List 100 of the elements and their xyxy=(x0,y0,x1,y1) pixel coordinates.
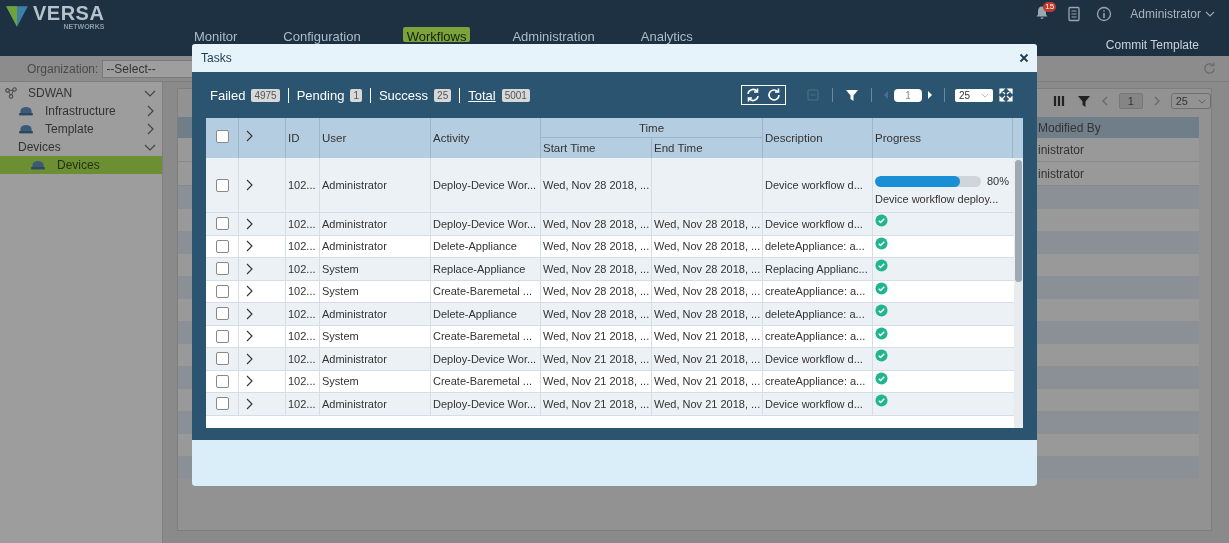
table-cell: 102... xyxy=(288,397,316,410)
sidebar-label: Devices xyxy=(18,140,62,154)
table-cell: Wed, Nov 28 2018, ... xyxy=(654,262,761,275)
table-cell: Wed, Nov 21 2018, ... xyxy=(543,397,650,410)
table-cell: createAppliance: a... xyxy=(765,375,866,388)
table-cell: Wed, Nov 21 2018, ... xyxy=(654,397,761,410)
table-cell: 102... xyxy=(288,240,316,253)
table-cell: Wed, Nov 28 2018, ... xyxy=(543,285,650,298)
table-cell: System xyxy=(322,262,359,275)
column-group-header: Time xyxy=(638,121,665,134)
page-size-select[interactable]: 25 xyxy=(1170,93,1211,109)
sidebar-label: Template xyxy=(45,122,95,136)
table-cell: 102... xyxy=(288,179,316,191)
table-cell: Deploy-Device Wor... xyxy=(433,179,537,191)
sidebar-item[interactable]: Devices xyxy=(0,138,162,156)
table-cell: Wed, Nov 21 2018, ... xyxy=(654,375,761,388)
table-cell: Create-Baremetal ... xyxy=(433,285,533,298)
table-cell: Replace-Appliance xyxy=(433,262,526,275)
logo-name: VERSA xyxy=(33,3,105,23)
table-cell: Administrator xyxy=(322,217,387,230)
summary-label: Pending xyxy=(296,87,345,103)
table-cell: Deploy-Device Wor... xyxy=(433,217,537,230)
nav-tab[interactable]: Analytics xyxy=(636,27,697,42)
column-header: Start Time xyxy=(543,142,596,154)
table-cell: Wed, Nov 28 2018, ... xyxy=(654,285,761,298)
table-cell: Wed, Nov 21 2018, ... xyxy=(543,352,650,365)
progress-percent: 80% xyxy=(987,175,1010,187)
sidebar-item[interactable]: Devices xyxy=(0,156,162,174)
sidebar-label: SDWAN xyxy=(28,86,74,100)
count-badge: 5001 xyxy=(501,88,530,102)
table-cell: Wed, Nov 28 2018, ... xyxy=(654,307,761,320)
page-size-select[interactable]: 25 xyxy=(955,88,993,102)
sidebar-item[interactable]: Template xyxy=(0,120,162,138)
table-cell: Wed, Nov 28 2018, ... xyxy=(543,262,650,275)
table-cell: Wed, Nov 21 2018, ... xyxy=(543,330,650,343)
table-cell: deleteAppliance: a... xyxy=(765,307,865,320)
table-cell: Wed, Nov 21 2018, ... xyxy=(543,375,650,388)
page-field[interactable]: 1 xyxy=(894,88,922,102)
column-header: User xyxy=(322,132,347,144)
table-cell: Wed, Nov 28 2018, ... xyxy=(543,240,650,253)
table-cell: Replacing Applianc... xyxy=(765,262,868,275)
table-cell: Device workflow d... xyxy=(765,179,863,191)
table-cell: Device workflow d... xyxy=(765,217,863,230)
table-cell: Delete-Appliance xyxy=(433,240,517,253)
column-header: Description xyxy=(765,132,823,144)
column-header: Modified By xyxy=(1038,120,1101,135)
table-cell: Create-Baremetal ... xyxy=(433,375,533,388)
table-cell: Deploy-Device Wor... xyxy=(433,397,537,410)
progress-message: Device workflow deploy... xyxy=(875,193,1000,205)
table-cell: 102... xyxy=(288,285,316,298)
sidebar-item[interactable]: Infrastructure xyxy=(0,102,162,120)
page-field[interactable]: 1 xyxy=(1118,93,1143,109)
sidebar-label: Infrastructure xyxy=(45,104,117,118)
summary-link[interactable]: Total xyxy=(468,87,496,103)
user-menu[interactable]: Administrator xyxy=(1130,7,1201,21)
table-cell: 102... xyxy=(288,217,316,230)
sidebar-label: Devices xyxy=(57,158,101,172)
table-cell: System xyxy=(322,285,359,298)
table-cell: Wed, Nov 28 2018, ... xyxy=(543,307,650,320)
table-cell: 102... xyxy=(288,330,316,343)
nav-tab[interactable]: Configuration xyxy=(279,27,365,42)
table-cell: createAppliance: a... xyxy=(765,285,866,298)
column-header: End Time xyxy=(654,142,703,154)
commit-template-button[interactable]: Commit Template xyxy=(1105,38,1199,52)
table-cell: Delete-Appliance xyxy=(433,307,517,320)
table-cell: Administrator xyxy=(322,240,387,253)
table-cell: Device workflow d... xyxy=(765,352,863,365)
table-cell: Wed, Nov 21 2018, ... xyxy=(654,330,761,343)
count-badge: 25 xyxy=(434,88,452,102)
table-cell: Administrator xyxy=(322,307,387,320)
table-cell: 102... xyxy=(288,262,316,275)
nav-tab[interactable]: Monitor xyxy=(190,27,242,42)
table-cell: Create-Baremetal ... xyxy=(433,330,533,343)
column-header: ID xyxy=(288,132,300,144)
table-cell: Administrator xyxy=(322,352,387,365)
table-cell: Deploy-Device Wor... xyxy=(433,352,537,365)
nav-tab[interactable]: Workflows xyxy=(402,27,471,42)
table-cell: Wed, Nov 28 2018, ... xyxy=(543,179,650,191)
summary-label: Failed xyxy=(210,87,246,103)
table-cell: Wed, Nov 21 2018, ... xyxy=(654,352,761,365)
nav-tab[interactable]: Administration xyxy=(508,27,599,42)
table-cell: deleteAppliance: a... xyxy=(765,240,865,253)
sidebar-item[interactable]: SDWAN xyxy=(0,84,162,102)
table-cell: Wed, Nov 28 2018, ... xyxy=(654,217,761,230)
count-badge: 1 xyxy=(350,88,362,102)
table-cell: Wed, Nov 28 2018, ... xyxy=(654,240,761,253)
table-cell: Administrator xyxy=(322,397,387,410)
table-cell: System xyxy=(322,330,359,343)
table-cell: createAppliance: a... xyxy=(765,330,866,343)
column-header: Progress xyxy=(875,132,922,144)
notification-badge: 15 xyxy=(1043,2,1057,12)
table-cell: Administrator xyxy=(322,179,387,191)
table-cell: 102... xyxy=(288,375,316,388)
summary-label: Success xyxy=(378,87,429,103)
organization-label: Organization: xyxy=(27,61,99,76)
table-cell: Device workflow d... xyxy=(765,397,863,410)
column-header: Activity xyxy=(433,132,470,144)
table-cell: 102... xyxy=(288,352,316,365)
table-cell: System xyxy=(322,375,359,388)
table-cell: inistrator xyxy=(1038,166,1084,181)
